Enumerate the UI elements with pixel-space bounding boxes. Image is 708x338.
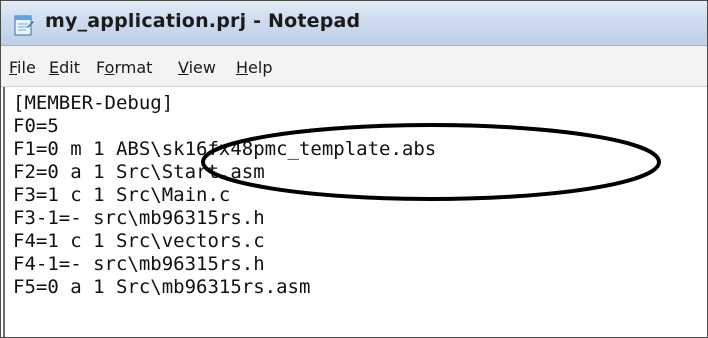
text-editor[interactable]: [MEMBER-Debug] F0=5 F1=0 m 1 ABS\sk16fx4… [3, 87, 705, 337]
text-line: F1=0 m 1 ABS\sk16fx48pmc_template.abs [13, 138, 437, 160]
text-line: F0=5 [13, 115, 59, 137]
text-line: F4=1 c 1 Src\vectors.c [13, 230, 265, 252]
menu-format-pre: F [96, 58, 105, 77]
text-line: F3=1 c 1 Src\Main.c [13, 184, 231, 206]
menu-view-accel: V [178, 58, 189, 77]
notepad-window: my_application.prj - Notepad File Edit F… [0, 0, 708, 338]
text-line: F5=0 a 1 Src\mb96315rs.asm [13, 276, 311, 298]
title-bar[interactable]: my_application.prj - Notepad [1, 1, 707, 46]
menu-view[interactable]: View [178, 58, 216, 77]
menu-edit-label: dit [59, 58, 80, 77]
menu-help-label: elp [248, 58, 273, 77]
menu-edit[interactable]: Edit [49, 58, 80, 77]
menu-bar: File Edit Format View Help [1, 46, 707, 87]
menu-format-accel: o [104, 58, 115, 77]
menu-view-label: iew [188, 58, 216, 77]
text-line: F4-1=- src\mb96315rs.h [13, 253, 265, 275]
text-line: [MEMBER-Debug] [13, 92, 174, 114]
menu-help[interactable]: Help [236, 58, 272, 77]
menu-file[interactable]: File [9, 58, 36, 77]
menu-format[interactable]: Format [96, 58, 152, 77]
window-title: my_application.prj - Notepad [45, 10, 361, 32]
menu-format-label: rmat [114, 58, 153, 77]
text-line: F3-1=- src\mb96315rs.h [13, 207, 265, 229]
menu-help-accel: H [236, 58, 249, 77]
menu-file-label: ile [17, 58, 36, 77]
notepad-icon [14, 15, 34, 36]
menu-edit-accel: E [49, 58, 60, 77]
text-line: F2=0 a 1 Src\Start.asm [13, 161, 265, 183]
menu-file-accel: F [9, 58, 18, 77]
